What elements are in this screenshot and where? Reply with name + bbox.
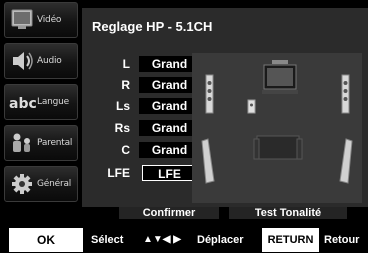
move-hint-text: Déplacer — [197, 234, 244, 246]
rear-left-speaker-icon — [201, 138, 215, 184]
center-speaker-icon — [247, 99, 256, 114]
family-icon — [8, 130, 36, 156]
channel-label: LFE — [107, 166, 130, 180]
action-buttons: Confirmer Test Tonalité — [82, 207, 368, 219]
channel-size-value-selected[interactable]: LFE — [142, 165, 197, 181]
ok-key[interactable]: OK — [9, 228, 83, 252]
arrow-keys-icon: ▲▼◀ ▶ — [143, 234, 181, 245]
sidebar-item-general[interactable]: Général — [4, 166, 78, 202]
channel-size-value[interactable]: Grand — [139, 98, 200, 114]
tv-icon — [262, 60, 298, 94]
front-right-speaker-icon — [341, 74, 350, 114]
return-key[interactable]: RETURN — [262, 228, 319, 252]
sidebar-item-label: Général — [37, 179, 72, 189]
channel-label: Ls — [115, 99, 130, 113]
front-left-speaker-icon — [205, 74, 214, 114]
confirm-button[interactable]: Confirmer — [119, 207, 219, 219]
rear-right-speaker-icon — [339, 138, 353, 184]
sidebar-item-video[interactable]: Vidéo — [4, 2, 78, 38]
channel-size-value[interactable]: Grand — [139, 56, 200, 72]
sidebar-item-langue[interactable]: abc Langue — [4, 84, 78, 120]
return-hint-text: Retour — [324, 234, 360, 246]
channel-label: C — [121, 143, 130, 157]
gear-icon — [8, 171, 36, 197]
sidebar-item-label: Vidéo — [37, 15, 62, 25]
key-hints-bar: OK Sélect ▲▼◀ ▶ Déplacer RETURN Retour — [0, 228, 368, 253]
speaker-setup-panel: Reglage HP - 5.1CH L Grand R Grand Ls Gr… — [82, 8, 368, 207]
channel-size-value[interactable]: Grand — [139, 120, 200, 136]
sidebar-item-parental[interactable]: Parental — [4, 125, 78, 161]
tv-icon — [8, 7, 36, 33]
ok-hint-text: Sélect — [91, 234, 124, 246]
channel-label: Rs — [114, 121, 130, 135]
test-tone-button[interactable]: Test Tonalité — [229, 207, 347, 219]
channel-label: L — [122, 57, 130, 71]
svg-text:abc: abc — [9, 96, 36, 112]
channel-size-value[interactable]: Grand — [139, 77, 200, 93]
speaker-layout-illustration — [192, 53, 362, 203]
sidebar-item-label: Audio — [37, 56, 62, 66]
sidebar-item-label: Langue — [37, 97, 69, 107]
page-title: Reglage HP - 5.1CH — [92, 19, 213, 34]
speaker-icon — [8, 48, 36, 74]
channel-label: R — [121, 78, 130, 92]
channel-size-value[interactable]: Grand — [139, 142, 200, 158]
sofa-icon — [253, 135, 303, 160]
sidebar-item-label: Parental — [37, 138, 73, 148]
sidebar: Vidéo Audio abc Langue Parental Général — [0, 0, 82, 207]
sidebar-item-audio[interactable]: Audio — [4, 43, 78, 79]
language-abc-icon: abc — [8, 89, 37, 115]
